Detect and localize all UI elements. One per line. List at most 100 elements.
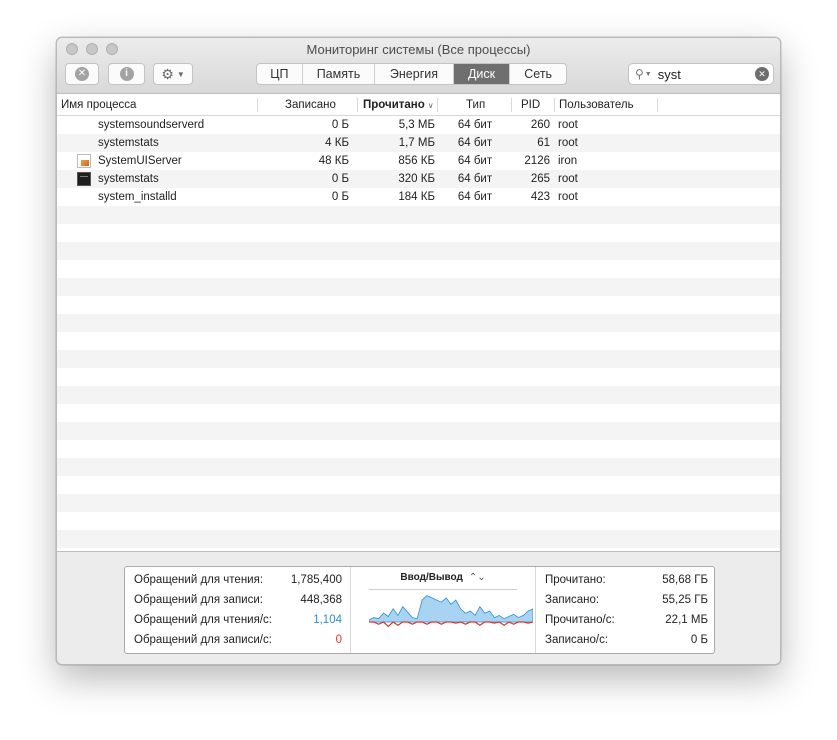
empty-row — [57, 530, 780, 548]
tab-energy[interactable]: Энергия — [375, 64, 454, 84]
empty-row — [57, 278, 780, 296]
search-options-chevron-icon[interactable]: ▼ — [645, 71, 652, 78]
stat-value: 448,368 — [300, 594, 342, 606]
written-value: 0 Б — [331, 173, 349, 185]
terminal-icon — [77, 172, 91, 186]
user-value: iron — [558, 155, 578, 167]
empty-row — [57, 332, 780, 350]
stat-value: 0 Б — [690, 634, 708, 646]
stop-process-button[interactable]: ✕ — [65, 63, 99, 85]
process-table: Имя процесса Записано Прочитано ∨ Тип PID… — [57, 94, 780, 551]
activity-monitor-window: Мониторинг системы (Все процессы) ✕ i ⚙ … — [56, 37, 781, 665]
empty-row — [57, 422, 780, 440]
table-row[interactable]: systemsoundserverd 0 Б 5,3 МБ 64 бит 260… — [57, 116, 780, 134]
process-name: systemstats — [98, 173, 159, 185]
stat-label: Обращений для записи/с: — [134, 634, 272, 646]
empty-row — [57, 458, 780, 476]
pid-value: 260 — [530, 119, 550, 131]
stat-row: Обращений для чтения: 1,785,400 — [125, 570, 350, 590]
table-row[interactable]: system_installd 0 Б 184 КБ 64 бит 423 ro… — [57, 188, 780, 206]
stat-label: Записано: — [545, 594, 600, 606]
stat-label: Прочитано: — [545, 574, 606, 586]
user-value: root — [558, 137, 578, 149]
column-divider[interactable] — [437, 98, 438, 112]
column-header-read-label: Прочитано — [363, 99, 425, 111]
tab-disk[interactable]: Диск — [453, 64, 511, 84]
table-row[interactable]: systemstats 4 КБ 1,7 МБ 64 бит 61 root — [57, 134, 780, 152]
empty-row — [57, 296, 780, 314]
empty-row — [57, 404, 780, 422]
empty-row — [57, 368, 780, 386]
user-value: root — [558, 173, 578, 185]
column-divider[interactable] — [511, 98, 512, 112]
stat-row: Прочитано/с: 22,1 МБ — [536, 610, 716, 630]
toolbar: Мониторинг системы (Все процессы) ✕ i ⚙ … — [57, 38, 780, 94]
column-header-pid[interactable]: PID — [521, 94, 540, 116]
tab-memory[interactable]: Память — [303, 64, 376, 84]
column-header-written[interactable]: Записано — [285, 94, 336, 116]
x-circle-icon: ✕ — [75, 67, 89, 81]
column-header-type[interactable]: Тип — [466, 94, 485, 116]
empty-row — [57, 206, 780, 224]
column-header-process-name[interactable]: Имя процесса — [61, 94, 136, 116]
divider — [369, 589, 517, 590]
disk-summary-box: Обращений для чтения: 1,785,400 Обращени… — [124, 566, 715, 654]
type-value: 64 бит — [457, 119, 493, 131]
search-input[interactable] — [657, 66, 754, 82]
read-value: 5,3 МБ — [398, 119, 435, 131]
io-operations-column: Обращений для чтения: 1,785,400 Обращени… — [125, 567, 351, 653]
clear-search-icon[interactable]: ✕ — [755, 67, 769, 81]
io-graph-selector[interactable]: Ввод/Вывод ⌃⌄ — [351, 572, 535, 583]
table-row[interactable]: SystemUIServer 48 КБ 856 КБ 64 бит 2126 … — [57, 152, 780, 170]
column-divider[interactable] — [357, 98, 358, 112]
empty-row — [57, 440, 780, 458]
stat-value: 22,1 МБ — [665, 614, 708, 626]
up-down-chevron-icon: ⌃⌄ — [468, 572, 486, 583]
empty-row — [57, 224, 780, 242]
empty-row — [57, 314, 780, 332]
stat-row: Обращений для чтения/с: 1,104 — [125, 610, 350, 630]
user-value: root — [558, 191, 578, 203]
process-name: system_installd — [98, 191, 177, 203]
search-field[interactable]: ⚲ ▼ ✕ — [628, 63, 774, 85]
table-body: systemsoundserverd 0 Б 5,3 МБ 64 бит 260… — [57, 116, 780, 548]
io-graph — [369, 595, 533, 628]
chevron-down-icon: ▼ — [176, 69, 185, 79]
empty-row — [57, 476, 780, 494]
stat-row: Записано: 55,25 ГБ — [536, 590, 716, 610]
column-header-user[interactable]: Пользователь — [559, 94, 634, 116]
column-divider[interactable] — [657, 98, 658, 112]
gear-icon: ⚙ — [161, 65, 174, 82]
stat-value: 55,25 ГБ — [662, 594, 708, 606]
written-value: 4 КБ — [325, 137, 349, 149]
stat-label: Прочитано/с: — [545, 614, 615, 626]
stat-row: Обращений для записи/с: 0 — [125, 630, 350, 650]
process-name: systemstats — [98, 137, 159, 149]
stat-row: Записано/с: 0 Б — [536, 630, 716, 650]
tab-network[interactable]: Сеть — [510, 64, 566, 84]
stat-value: 0 — [335, 634, 342, 646]
written-value: 0 Б — [331, 191, 349, 203]
stat-value: 58,68 ГБ — [662, 574, 708, 586]
empty-row — [57, 260, 780, 278]
action-menu-button[interactable]: ⚙ ▼ — [153, 63, 193, 85]
column-divider[interactable] — [554, 98, 555, 112]
empty-row — [57, 386, 780, 404]
read-value: 1,7 МБ — [398, 137, 435, 149]
data-totals-column: Прочитано: 58,68 ГБ Записано: 55,25 ГБ П… — [536, 567, 716, 653]
type-value: 64 бит — [457, 173, 493, 185]
tab-cpu[interactable]: ЦП — [257, 64, 303, 84]
stat-row: Прочитано: 58,68 ГБ — [536, 570, 716, 590]
process-name: systemsoundserverd — [98, 119, 205, 131]
column-header-read[interactable]: Прочитано ∨ — [363, 94, 434, 116]
inspect-process-button[interactable]: i — [108, 63, 145, 85]
io-graph-title: Ввод/Вывод — [400, 572, 463, 583]
read-value: 184 КБ — [398, 191, 435, 203]
stat-row: Обращений для записи: 448,368 — [125, 590, 350, 610]
search-icon: ⚲ — [635, 67, 644, 81]
type-value: 64 бит — [457, 191, 493, 203]
table-row[interactable]: systemstats 0 Б 320 КБ 64 бит 265 root — [57, 170, 780, 188]
column-divider[interactable] — [257, 98, 258, 112]
stat-value: 1,104 — [313, 614, 342, 626]
read-value: 856 КБ — [398, 155, 435, 167]
